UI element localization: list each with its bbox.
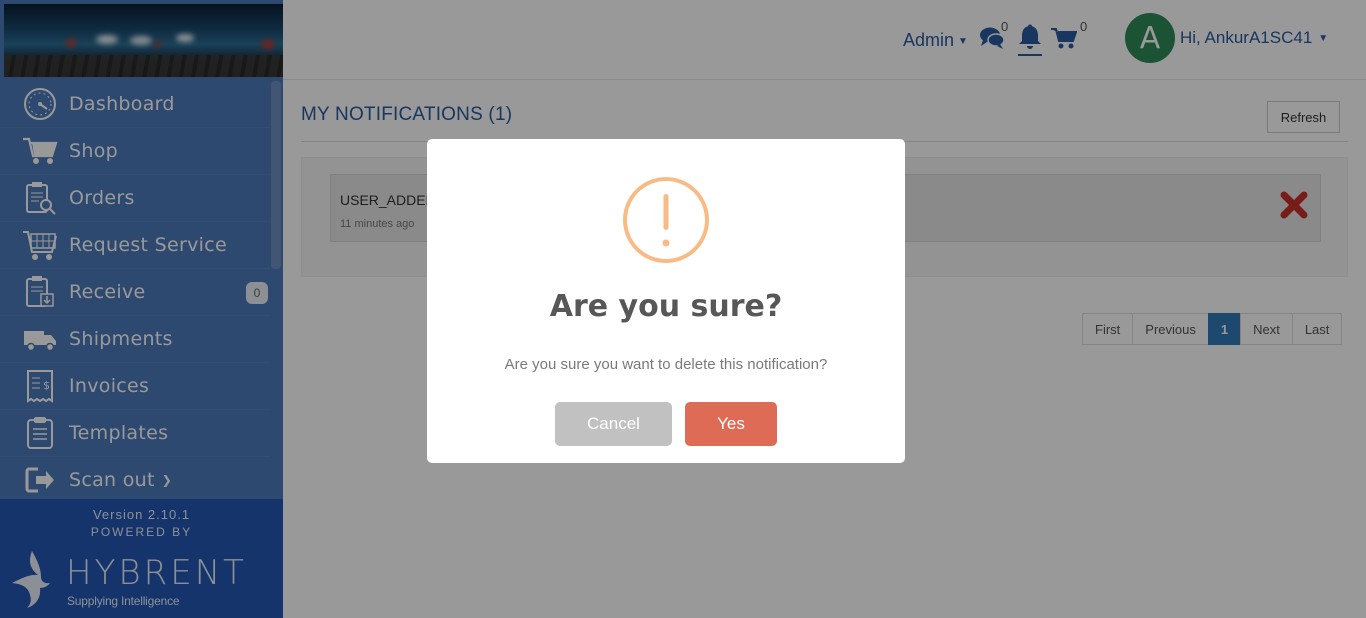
dialog-title: Are you sure? [549, 289, 783, 324]
confirm-delete-dialog: Are you sure? Are you sure you want to d… [427, 139, 905, 463]
cancel-button[interactable]: Cancel [555, 402, 672, 446]
dialog-message: Are you sure you want to delete this not… [504, 356, 828, 373]
warning-icon [622, 176, 710, 264]
confirm-yes-button[interactable]: Yes [685, 402, 777, 446]
